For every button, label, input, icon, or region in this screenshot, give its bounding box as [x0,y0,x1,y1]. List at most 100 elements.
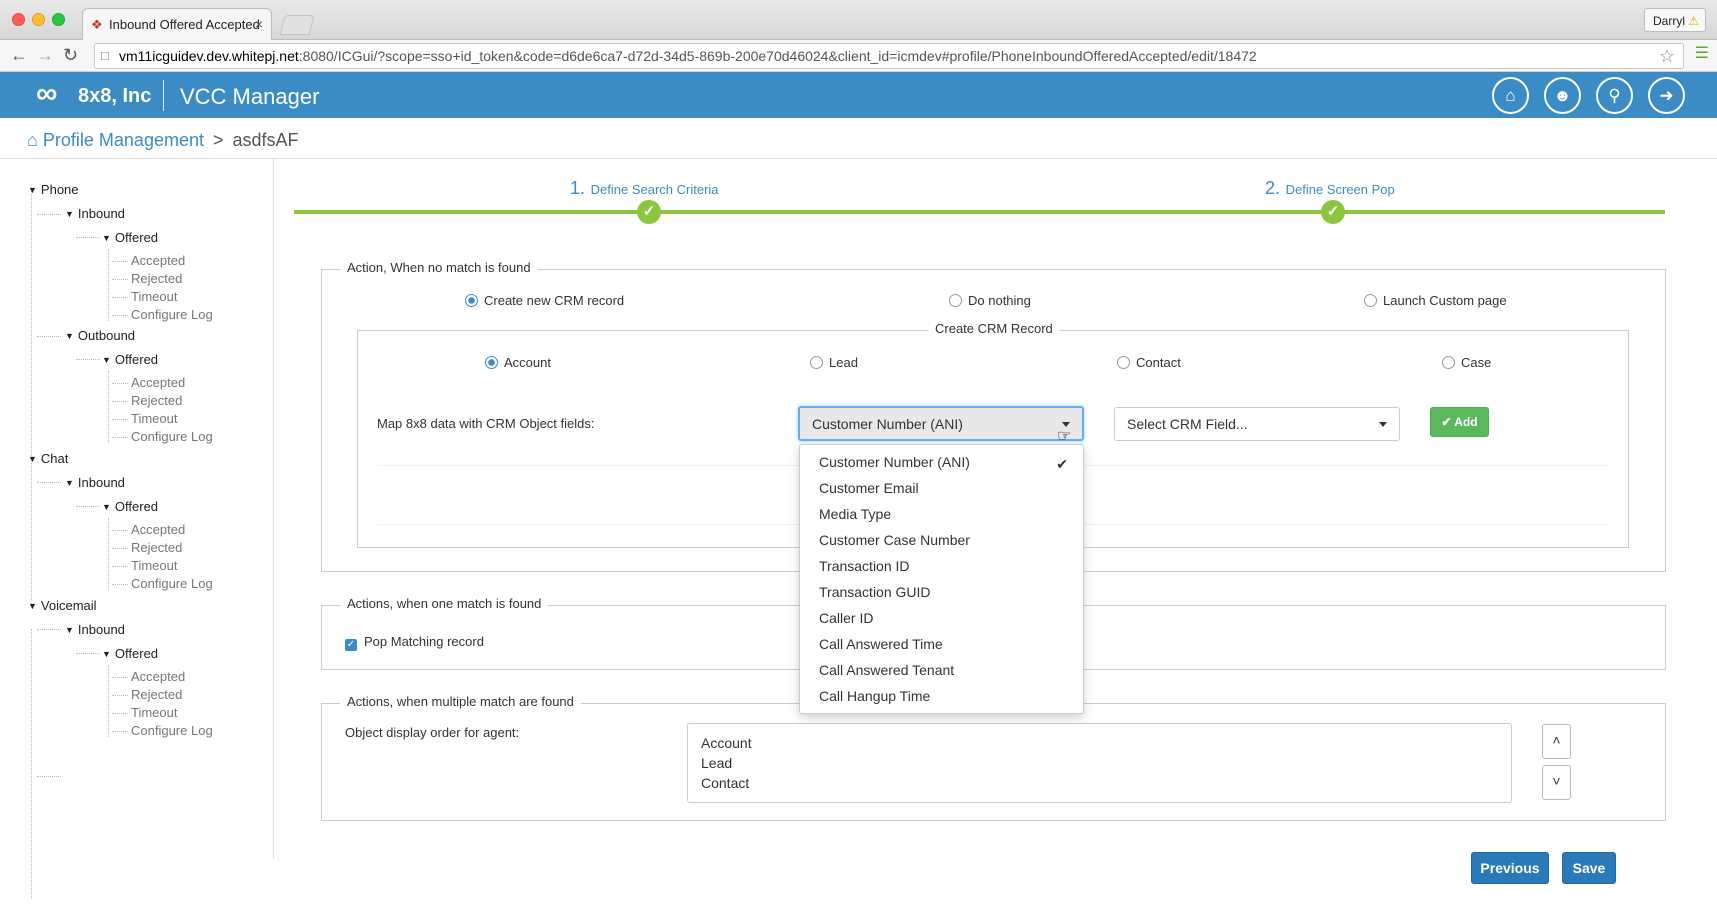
tree-guide [112,297,128,298]
dropdown-option[interactable]: Customer Case Number [819,532,970,548]
home-small-icon[interactable]: ⌂ [27,130,38,150]
dropdown-option[interactable]: Media Type [819,506,891,522]
radio-case[interactable]: Case [1442,355,1491,370]
tree-leaf-phone-inbound-configure-log[interactable]: Configure Log [131,307,213,322]
tree-node-voicemail[interactable]: ▼ Voicemail [28,598,97,613]
pop-matching-record-checkbox[interactable]: ✓ Pop Matching record [345,634,484,651]
tree-leaf-chat-inbound-accepted[interactable]: Accepted [131,522,185,537]
tree-leaf-phone-outbound-accepted[interactable]: Accepted [131,375,185,390]
tree-leaf-voicemail-inbound-rejected[interactable]: Rejected [131,687,182,702]
dropdown-option[interactable]: Transaction GUID [819,584,931,600]
new-tab-button[interactable] [279,15,315,35]
radio-lead[interactable]: Lead [810,355,858,370]
logout-icon[interactable]: ➜ [1648,77,1685,114]
tree-guide [112,677,128,678]
tree-label: Voicemail [40,598,97,613]
tree-guide [31,629,32,899]
radio-do-nothing[interactable]: Do nothing [949,293,1031,308]
browser-menu-icon[interactable]: ☰ [1695,46,1709,62]
display-order-list[interactable]: Account Lead Contact [687,723,1512,803]
tree-leaf-chat-inbound-timeout[interactable]: Timeout [131,558,177,573]
tree-guide [37,776,61,777]
dropdown-option[interactable]: Call Answered Tenant [819,662,954,678]
tree-node-phone[interactable]: ▼ Phone [28,182,79,197]
add-mapping-button[interactable]: ✔ Add [1430,407,1489,437]
tree-node-chat-inbound[interactable]: ▼ Inbound [65,475,125,490]
radio-account[interactable]: Account [485,355,551,370]
tree-label: Offered [114,352,159,367]
back-arrow-icon[interactable]: ← [10,45,28,65]
tree-leaf-voicemail-inbound-accepted[interactable]: Accepted [131,669,185,684]
search-icon[interactable]: ⚲ [1596,77,1633,114]
tree-label: Inbound [77,475,125,490]
previous-button[interactable]: Previous [1471,852,1549,884]
radio-launch-custom-page[interactable]: Launch Custom page [1364,293,1507,308]
close-tab-icon[interactable]: × [255,16,263,32]
brand-name: 8x8, Inc [78,85,152,107]
hand-cursor-icon: ☞ [1057,428,1072,445]
breadcrumb-current: asdfsAF [232,130,299,150]
reload-icon[interactable]: ↻ [63,45,78,65]
list-item[interactable]: Account [701,733,1511,753]
dropdown-option[interactable]: Transaction ID [819,558,910,574]
tree-leaf-chat-inbound-rejected[interactable]: Rejected [131,540,182,555]
tree-guide [37,629,61,630]
radio-create-new-crm-record[interactable]: Create new CRM record [465,293,624,308]
tree-node-chat[interactable]: ▼ Chat [28,451,68,466]
tree-leaf-chat-inbound-configure-log[interactable]: Configure Log [131,576,213,591]
close-window-button[interactable] [12,13,25,26]
list-item[interactable]: Lead [701,753,1511,773]
radio-contact[interactable]: Contact [1117,355,1181,370]
source-field-dropdown-list: Customer Number (ANI) ✔ Customer Email M… [799,444,1084,714]
tree-leaf-phone-outbound-timeout[interactable]: Timeout [131,411,177,426]
dropdown-option[interactable]: Customer Number (ANI) [819,454,970,470]
tree-leaf-phone-outbound-rejected[interactable]: Rejected [131,393,182,408]
browser-toolbar: ← → ↻ □ vm11icguidev.dev.whitepj.net:808… [0,40,1717,72]
wizard-step-2[interactable]: 2. Define Screen Pop [1265,178,1395,199]
app-header: ∞ 8x8, Inc VCC Manager ⌂ ☻ ⚲ ➜ [0,72,1717,118]
tree-node-voicemail-inbound-offered[interactable]: ▼ Offered [102,646,158,661]
browser-profile-button[interactable]: Darryl ⚠ [1644,8,1706,32]
tree-leaf-voicemail-inbound-configure-log[interactable]: Configure Log [131,723,213,738]
home-icon[interactable]: ⌂ [1492,77,1529,114]
tree-node-phone-outbound[interactable]: ▼ Outbound [65,328,135,343]
dropdown-option[interactable]: Call Hangup Time [819,688,930,704]
tree-leaf-voicemail-inbound-timeout[interactable]: Timeout [131,705,177,720]
page-icon: □ [101,48,109,63]
tree-node-voicemail-inbound[interactable]: ▼ Inbound [65,622,125,637]
tree-guide [76,359,100,360]
move-down-icon[interactable]: ˅ [1542,765,1571,800]
breadcrumb-profile-management[interactable]: Profile Management [43,130,204,150]
tree-leaf-phone-inbound-rejected[interactable]: Rejected [131,271,182,286]
browser-tab-active[interactable]: ❖ Inbound Offered Accepted × [82,8,272,41]
tree-leaf-phone-inbound-accepted[interactable]: Accepted [131,253,185,268]
dropdown-option[interactable]: Caller ID [819,610,873,626]
tree-node-chat-inbound-offered[interactable]: ▼ Offered [102,499,158,514]
tree-label: Outbound [77,328,136,343]
list-item[interactable]: Contact [701,773,1511,793]
header-divider [163,80,164,111]
forward-arrow-icon[interactable]: → [36,45,54,65]
zoom-window-button[interactable] [52,13,65,26]
move-up-icon[interactable]: ˄ [1542,724,1571,759]
user-icon[interactable]: ☻ [1544,77,1581,114]
dropdown-option[interactable]: Customer Email [819,480,919,496]
tree-guide [112,401,128,402]
crm-field-select[interactable]: Select CRM Field... [1114,407,1400,441]
tree-guide [112,548,128,549]
save-button[interactable]: Save [1562,852,1616,884]
step-label: Define Screen Pop [1285,182,1395,197]
bookmark-star-icon[interactable]: ☆ [1659,46,1675,67]
tree-guide [108,371,109,443]
tree-leaf-phone-outbound-configure-log[interactable]: Configure Log [131,429,213,444]
tree-label: Chat [40,451,69,466]
tree-node-phone-inbound[interactable]: ▼ Inbound [65,206,125,221]
source-field-select[interactable]: Customer Number (ANI) [798,406,1084,441]
wizard-step-1[interactable]: 1. Define Search Criteria [570,178,719,199]
tree-node-phone-inbound-offered[interactable]: ▼ Offered [102,230,158,245]
tree-leaf-phone-inbound-timeout[interactable]: Timeout [131,289,177,304]
dropdown-option[interactable]: Call Answered Time [819,636,943,652]
minimize-window-button[interactable] [32,13,45,26]
tree-node-phone-outbound-offered[interactable]: ▼ Offered [102,352,158,367]
address-bar[interactable]: □ vm11icguidev.dev.whitepj.net:8080/ICGu… [94,43,1684,69]
